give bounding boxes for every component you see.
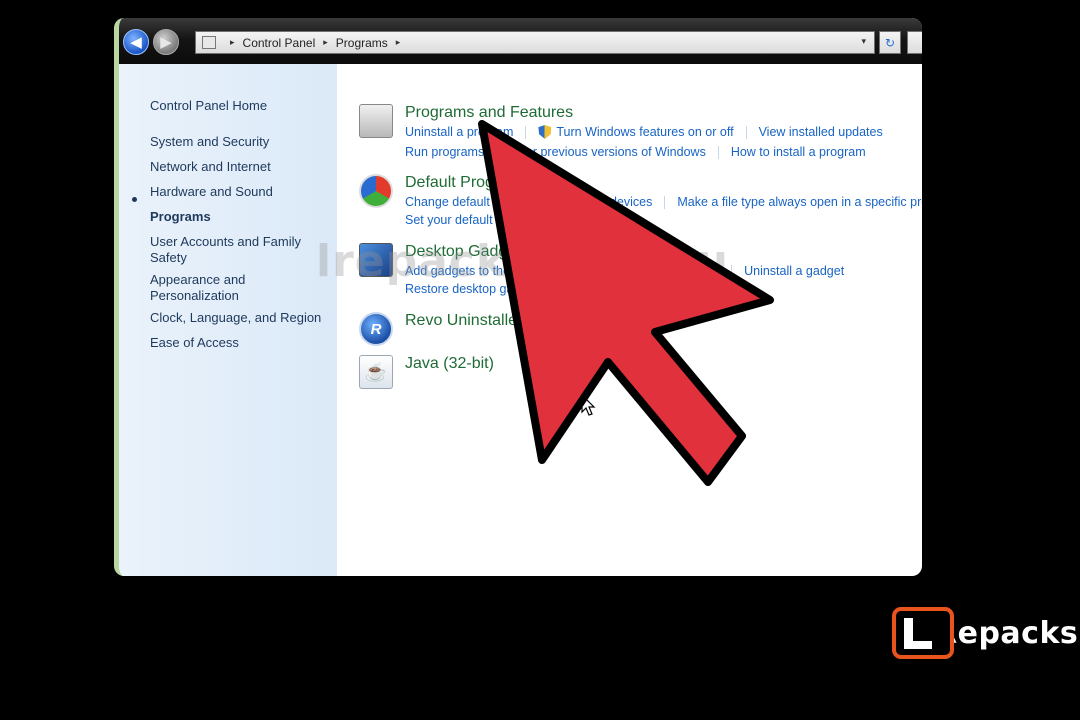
- sidebar-item-system-security[interactable]: System and Security: [150, 134, 269, 150]
- java-icon: ☕: [359, 355, 393, 389]
- sidebar-item-appearance[interactable]: Appearance and Personalization: [150, 272, 260, 304]
- default-programs-icon: [359, 174, 393, 208]
- category-title[interactable]: Programs and Features: [405, 104, 573, 122]
- sidebar-item-user-accounts[interactable]: User Accounts and Family Safety: [150, 234, 310, 266]
- sidebar-item-clock-language[interactable]: Clock, Language, and Region: [150, 310, 321, 326]
- repacks-logo-mark-icon: [892, 607, 954, 659]
- current-page-bullet-icon: [132, 197, 137, 202]
- link-divider: [525, 125, 527, 139]
- refresh-button[interactable]: ↻: [879, 31, 901, 54]
- sidebar: Control Panel Home System and Security N…: [119, 64, 337, 576]
- sidebar-item-ease-of-access[interactable]: Ease of Access: [150, 335, 239, 351]
- uninstall-program-link[interactable]: Uninstall a program: [405, 125, 513, 139]
- uninstall-gadget-link[interactable]: Uninstall a gadget: [744, 264, 844, 278]
- repacks-logo: Repacks: [892, 606, 1078, 660]
- category-title[interactable]: Java (32-bit): [405, 355, 494, 373]
- address-dropdown-icon[interactable]: ▾: [861, 36, 866, 47]
- main-content: Programs and Features Uninstall a progra…: [337, 64, 922, 576]
- mouse-pointer-icon: [581, 394, 596, 416]
- media-devices-link[interactable]: Change default settings for media or dev…: [405, 195, 652, 209]
- link-divider: [745, 125, 747, 139]
- set-defaults-link[interactable]: Set your default programs: [405, 213, 549, 227]
- sidebar-item-programs: Programs: [150, 209, 211, 224]
- task-links-row: Uninstall a program Turn Windows feature…: [405, 125, 883, 139]
- installed-updates-link[interactable]: View installed updates: [759, 125, 883, 139]
- uac-shield-icon: [538, 125, 552, 139]
- forward-button[interactable]: ▶: [153, 29, 179, 55]
- how-to-install-link[interactable]: How to install a program: [731, 145, 866, 159]
- category-title[interactable]: Default Programs: [405, 174, 530, 192]
- breadcrumb-control-panel[interactable]: Control Panel: [243, 36, 316, 50]
- sidebar-item-network-internet[interactable]: Network and Internet: [150, 159, 271, 175]
- breadcrumb-separator-icon: ▸: [230, 37, 235, 47]
- task-links-row: Run programs made for previous versions …: [405, 145, 866, 159]
- sidebar-item-control-panel-home[interactable]: Control Panel Home: [150, 98, 267, 114]
- control-panel-icon: [202, 36, 216, 49]
- window-toolbar: ◀ ▶ ▸ Control Panel ▸ Programs ▸ ▾ ↻: [119, 18, 922, 64]
- brand-name: Repacks: [934, 615, 1079, 651]
- breadcrumb-separator-icon: ▸: [395, 37, 401, 47]
- compatibility-link[interactable]: Run programs made for previous versions …: [405, 145, 706, 159]
- control-panel-window: ◀ ▶ ▸ Control Panel ▸ Programs ▸ ▾ ↻ Con…: [114, 18, 922, 576]
- task-links-row: Change default settings for media or dev…: [405, 195, 922, 209]
- search-input[interactable]: [907, 31, 922, 54]
- file-type-link[interactable]: Make a file type always open in a specif…: [677, 195, 922, 209]
- breadcrumb-separator-icon: ▸: [323, 37, 328, 47]
- forward-arrow-icon: ▶: [160, 33, 172, 51]
- task-links-row: Set your default programs: [405, 213, 549, 227]
- link-divider: [731, 264, 733, 278]
- link-divider: [664, 195, 666, 209]
- link-divider: [717, 145, 719, 159]
- revo-uninstaller-icon: R: [359, 312, 393, 346]
- back-button[interactable]: ◀: [123, 29, 149, 55]
- refresh-icon: ↻: [884, 35, 896, 50]
- address-bar[interactable]: ▸ Control Panel ▸ Programs ▸ ▾: [195, 31, 875, 54]
- watermark-text: lrepacks.com.ru: [316, 236, 729, 287]
- windows-features-link[interactable]: Turn Windows features on or off: [556, 125, 733, 139]
- sidebar-item-hardware-sound[interactable]: Hardware and Sound: [150, 184, 273, 200]
- programs-features-icon: [359, 104, 393, 138]
- category-title[interactable]: Revo Uninstaller: [405, 312, 522, 330]
- back-arrow-icon: ◀: [130, 33, 142, 51]
- breadcrumb-programs[interactable]: Programs: [336, 36, 388, 50]
